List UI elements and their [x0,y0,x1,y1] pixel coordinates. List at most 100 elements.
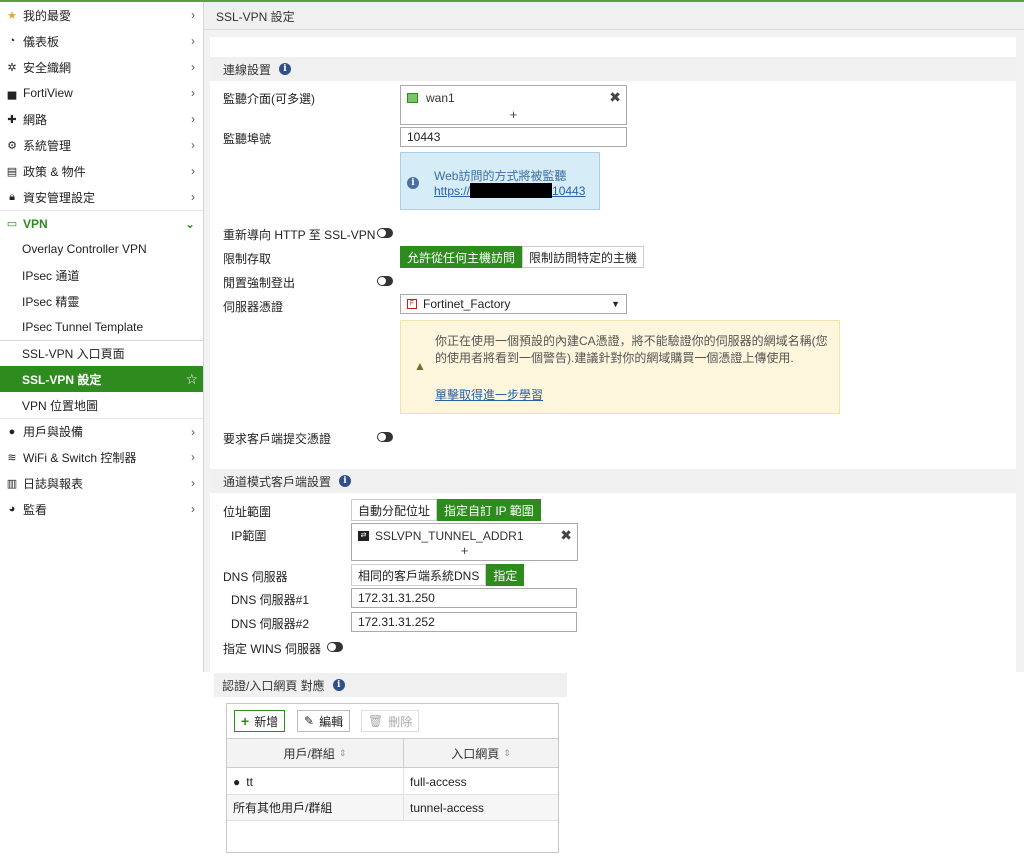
table-row[interactable]: ● tt full-access [227,769,558,795]
sidebar-item-vpn[interactable]: ▭ VPN ⌄ [0,210,203,236]
cert-warning-box: ▲ 你正在使用一個預設的內建CA憑證，將不能驗證你的伺服器的網域名稱(您的使用者… [400,320,840,414]
ip-range-select[interactable]: ⇄ SSLVPN_TUNNEL_ADDR1 ✖ + [351,523,578,561]
fabric-icon: ✲ [7,61,17,74]
sidebar-item-security-fabric[interactable]: ✲ 安全織網 › [0,54,203,80]
sort-icon: ⇕ [503,747,511,758]
sidebar-item-monitor[interactable]: ◕ 監看 › [0,496,203,522]
sidebar-item-favorites[interactable]: ★ 我的最愛 › [0,2,203,28]
auth-portal-table: + 新增 ✎ 編輯 🗑︎ 刪除 用戶/群組 ⇕ 入口網頁 ⇕ ● tt full… [226,703,559,853]
sidebar-item-log-report[interactable]: ▥ 日誌與報表 › [0,470,203,496]
redirect-toggle[interactable] [377,228,393,238]
column-header-user-group[interactable]: 用戶/群組 ⇕ [227,739,404,767]
page-title: SSL-VPN 設定 [216,10,295,24]
sidebar-item-dashboard[interactable]: ◔ 儀表板 › [0,28,203,54]
chevron-right-icon: › [191,425,195,439]
chevron-right-icon: › [191,502,195,516]
web-access-url[interactable]: https://10443 [434,183,585,198]
sidebar: ★ 我的最愛 › ◔ 儀表板 › ✲ 安全織網 › ▅ FortiView › … [0,2,204,672]
ip-range-label: IP範圍 [231,529,267,543]
dns2-label: DNS 伺服器#2 [231,617,310,631]
chevron-right-icon: › [191,190,195,204]
listen-interface-select[interactable]: wan1 ✖ + [400,85,627,125]
server-cert-label: 伺服器憑證 [223,300,284,314]
redirect-label: 重新導向 HTTP 至 SSL-VPN [223,228,376,242]
chevron-right-icon: › [191,60,195,74]
info-icon[interactable]: i [279,63,292,75]
sidebar-subitem-vpn-map[interactable]: VPN 位置地圖 [0,392,203,418]
portal-cell: full-access [410,774,467,789]
specify-dns-button[interactable]: 指定 [486,564,525,586]
sidebar-item-policy-objects[interactable]: ▤ 政策 & 物件 › [0,158,203,184]
address-chip: ⇄ SSLVPN_TUNNEL_ADDR1 [358,529,524,543]
learn-more-link[interactable]: 單擊取得進一步學習 [435,386,543,403]
redacted-block [470,183,553,198]
delete-mapping-button[interactable]: 🗑︎ 刪除 [361,710,420,732]
info-icon[interactable]: i [339,475,352,487]
restrict-any-host-button[interactable]: 允許從任何主機訪問 [400,246,523,268]
remove-icon[interactable]: ✖ [609,89,621,106]
plus-icon: + [241,713,250,729]
chevron-right-icon: › [191,138,195,152]
sidebar-item-system[interactable]: ⚙ 系統管理 › [0,132,203,158]
sidebar-item-network[interactable]: ✚ 網路 › [0,106,203,132]
sidebar-subitem-ipsec-wizard[interactable]: IPsec 精靈 [0,288,203,314]
dns-server-selector: 相同的客戶端系統DNS 指定 [351,564,525,586]
sidebar-subitem-ipsec-template[interactable]: IPsec Tunnel Template [0,314,203,340]
info-icon[interactable]: i [332,679,345,691]
address-range-label: 位址範圍 [223,505,272,519]
sidebar-item-user-device[interactable]: ● 用戶與設備 › [0,418,203,444]
add-mapping-button[interactable]: + 新增 [234,710,286,732]
interface-chip: wan1 [407,91,455,105]
dns2-input[interactable]: 172.31.31.252 [351,612,577,632]
table-row[interactable]: 所有其他用戶/群組 tunnel-access [227,795,558,821]
address-object-icon: ⇄ [358,531,369,541]
sidebar-subitem-ipsec-tunnels[interactable]: IPsec 通道 [0,262,203,288]
chevron-right-icon: › [191,450,195,464]
sidebar-item-fortiview[interactable]: ▅ FortiView › [0,80,203,106]
wins-toggle[interactable] [327,642,343,652]
listen-interface-label: 監聽介面(可多選) [223,92,315,106]
server-cert-select[interactable]: F Fortinet_Factory ▼ [400,294,627,314]
add-icon[interactable]: + [401,107,626,122]
chevron-right-icon: › [191,112,195,126]
certificate-icon: F [407,299,417,309]
restrict-specific-host-button[interactable]: 限制訪問特定的主機 [522,246,645,268]
same-as-client-dns-button[interactable]: 相同的客戶端系統DNS [351,564,487,586]
sidebar-item-security-profiles[interactable]: 🔒︎ 資安管理設定 › [0,184,203,210]
require-client-cert-toggle[interactable] [377,432,393,442]
require-client-cert-label: 要求客戶端提交憑證 [223,432,332,446]
dashboard-icon: ◔ [8,35,16,47]
page-header: SSL-VPN 設定 [204,2,1024,30]
star-outline-icon[interactable]: ☆ [185,371,198,388]
chevron-right-icon: › [191,8,195,22]
sidebar-subitem-ssl-portals[interactable]: SSL-VPN 入口頁面 [0,340,203,366]
idle-logout-label: 閒置強制登出 [223,276,296,290]
settings-panel: 連線設置 i 監聽介面(可多選) wan1 ✖ + 監聽埠號 10443 i W… [210,37,1016,672]
auto-assign-button[interactable]: 自動分配位址 [351,499,438,521]
portal-cell: tunnel-access [410,800,485,815]
wins-label: 指定 WINS 伺服器 [223,642,321,656]
idle-logout-toggle[interactable] [377,276,393,286]
info-icon: i [407,177,419,189]
sidebar-subitem-ssl-settings[interactable]: SSL-VPN 設定 ☆ [0,366,203,392]
pencil-icon: ✎ [304,714,315,728]
sort-icon: ⇕ [338,747,347,758]
sidebar-item-wifi-switch[interactable]: ≋ WiFi & Switch 控制器 › [0,444,203,470]
dns1-input[interactable]: 172.31.31.250 [351,588,577,608]
edit-mapping-button[interactable]: ✎ 編輯 [297,710,351,732]
column-header-portal[interactable]: 入口網頁 ⇕ [404,739,558,767]
remove-icon[interactable]: ✖ [560,527,572,544]
user-icon: ● [8,425,16,438]
gear-icon: ⚙ [7,139,17,152]
user-group-cell: 所有其他用戶/群組 [227,795,404,820]
section-connection-settings: 連線設置 i [210,57,1016,81]
chart-icon: ▅ [7,87,17,100]
custom-ip-range-button[interactable]: 指定自訂 IP 範圍 [437,499,541,521]
sidebar-subitem-overlay-controller[interactable]: Overlay Controller VPN [0,236,203,262]
add-icon[interactable]: + [352,543,577,558]
web-access-info-box: i Web訪問的方式將被監聽 https://10443 [400,152,600,210]
listen-port-input[interactable]: 10443 [400,127,627,147]
policy-icon: ▤ [6,165,18,178]
network-icon: ✚ [7,113,17,126]
listen-port-label: 監聽埠號 [223,132,272,146]
